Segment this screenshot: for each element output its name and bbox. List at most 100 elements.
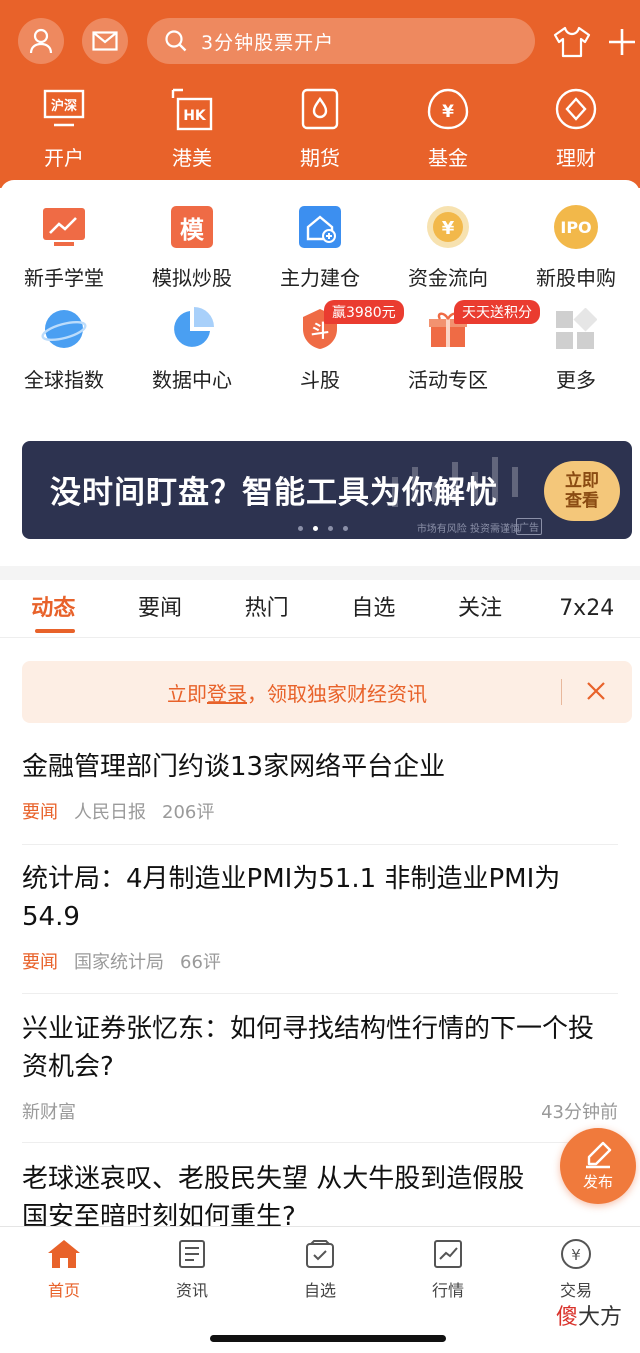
pie-chart-icon: [169, 306, 215, 352]
bottom-tab-news[interactable]: 资讯: [128, 1227, 256, 1307]
bottom-tab-watchlist[interactable]: 自选: [256, 1227, 384, 1307]
nav-wealth[interactable]: 理财: [512, 86, 640, 176]
tab-watchlist[interactable]: 自选: [320, 580, 427, 637]
promo-banner[interactable]: 没时间盯盘？智能工具为你解忧 立即 查看 市场有风险 投资需谨慎 广告: [22, 441, 632, 539]
svg-text:HK: HK: [183, 108, 207, 124]
bottom-tab-label: 首页: [47, 1281, 80, 1300]
home-icon: [47, 1237, 81, 1271]
grid-item-main-force[interactable]: 主力建仓: [256, 204, 384, 306]
banner-button-line2: 查看: [565, 491, 599, 511]
divider: [22, 1142, 618, 1143]
news-comments: 66评: [180, 952, 221, 973]
pencil-icon: [586, 1141, 612, 1168]
trade-icon: ¥: [559, 1237, 593, 1271]
svg-text:¥: ¥: [442, 102, 454, 122]
bottom-nav: 首页 资讯 自选 行情 ¥ 交易: [0, 1227, 640, 1307]
grid-item-simulate[interactable]: 模 模拟炒股: [128, 204, 256, 306]
bottom-tab-label: 交易: [559, 1281, 592, 1300]
bottom-tab-label: 行情: [431, 1281, 464, 1300]
news-item[interactable]: 兴业证券张忆东：如何寻找结构性行情的下一个投资机会? 新财富 43分钟前: [22, 1010, 618, 1124]
watermark: 傻大方: [556, 1299, 622, 1331]
grid-item-activity[interactable]: 活动专区 天天送积分: [384, 300, 540, 408]
ipo-icon-text: IPO: [554, 205, 598, 249]
grid-item-more[interactable]: 更多: [512, 306, 640, 408]
top-header: 3分钟股票开户 沪深 开户 HK 港美 期货 ¥ 基金 理财: [0, 0, 640, 188]
profile-button[interactable]: [18, 18, 64, 64]
news-tag: 要闻: [22, 952, 58, 973]
nav-label: 港美: [172, 146, 212, 170]
news-meta: 要闻 人民日报 206评: [22, 798, 618, 824]
fund-icon: ¥: [425, 86, 471, 132]
news-source: 新财富: [22, 1102, 76, 1123]
nav-hk-us[interactable]: HK 港美: [128, 86, 256, 176]
close-icon: [587, 682, 605, 700]
banner-view-button[interactable]: 立即 查看: [544, 461, 620, 521]
nav-label: 理财: [556, 146, 596, 170]
nav-label: 基金: [428, 146, 468, 170]
bottom-tab-trade[interactable]: ¥ 交易: [512, 1227, 640, 1307]
login-link[interactable]: 登录: [207, 682, 247, 706]
search-bar[interactable]: 3分钟股票开户: [147, 18, 535, 64]
more-grid-icon: [553, 306, 599, 352]
tab-hot[interactable]: 热门: [213, 580, 320, 637]
close-tip-button[interactable]: [584, 679, 610, 705]
futures-icon: [297, 86, 343, 132]
login-tip-text: 立即登录，领取独家财经资讯: [167, 678, 427, 707]
nav-fund[interactable]: ¥ 基金: [384, 86, 512, 176]
grid-label: 数据中心: [152, 368, 232, 392]
ad-label: 广告: [516, 518, 542, 535]
grid-label: 模拟炒股: [152, 266, 232, 290]
grid-item-fund-flow[interactable]: ¥ 资金流向: [384, 204, 512, 306]
grid-item-global-index[interactable]: 全球指数: [0, 306, 128, 408]
publish-button[interactable]: 发布: [560, 1128, 636, 1204]
nav-open-account[interactable]: 沪深 开户: [0, 86, 128, 176]
grid-label: 新手学堂: [24, 266, 104, 290]
news-item[interactable]: 统计局：4月制造业PMI为51.1 非制造业PMI为54.9 要闻 国家统计局 …: [22, 860, 618, 974]
grid-label: 主力建仓: [280, 266, 360, 290]
news-tabs: 动态 要闻 热门 自选 关注 7x24: [0, 580, 640, 638]
add-button[interactable]: [602, 22, 640, 62]
tab-headlines[interactable]: 要闻: [107, 580, 214, 637]
banner-headline: 没时间盯盘？智能工具为你解忧: [50, 475, 498, 511]
simulate-icon: 模: [169, 204, 215, 250]
user-icon: [29, 28, 53, 54]
news-title: 统计局：4月制造业PMI为51.1 非制造业PMI为54.9: [22, 864, 561, 932]
bottom-tab-home[interactable]: 首页: [0, 1227, 128, 1307]
bottom-tab-bar: 首页 资讯 自选 行情 ¥ 交易 傻大方: [0, 1226, 640, 1353]
mail-icon: [92, 31, 118, 51]
skin-button[interactable]: [552, 22, 592, 62]
grid-label: 新股申购: [536, 266, 616, 290]
globe-icon: [41, 306, 87, 352]
grid-label: 更多: [556, 368, 596, 392]
carousel-dot-active: [313, 526, 318, 531]
section-divider: [0, 566, 640, 580]
plus-icon: [609, 29, 635, 55]
search-placeholder: 3分钟股票开户: [201, 31, 335, 54]
grid-item-ipo[interactable]: IPO 新股申购: [512, 204, 640, 306]
home-indicator: [210, 1335, 446, 1342]
grid-item-beginner[interactable]: 新手学堂: [0, 204, 128, 306]
tab-follow[interactable]: 关注: [427, 580, 534, 637]
bottom-tab-market[interactable]: 行情: [384, 1227, 512, 1307]
news-item[interactable]: 老球迷哀叹、老股民失望 从大牛股到造假股 国安至暗时刻如何重生?: [22, 1160, 618, 1226]
grid-row: 全球指数 数据中心 斗 斗股 赢3980元 活动专区 天天送积分 更多: [0, 300, 640, 408]
grid-item-dou-gu[interactable]: 斗 斗股 赢3980元: [256, 300, 404, 408]
watchlist-icon: [303, 1237, 337, 1271]
watermark-rest: 大方: [577, 1305, 622, 1330]
nav-futures[interactable]: 期货: [256, 86, 384, 176]
news-item[interactable]: 金融管理部门约谈13家网络平台企业 要闻 人民日报 206评: [22, 748, 618, 824]
feature-grid: 新手学堂 模 模拟炒股 主力建仓 ¥ 资金流向 IPO 新股申购 全球指数 数据…: [0, 204, 640, 408]
carousel-dot: [343, 526, 348, 531]
grid-label: 资金流向: [408, 266, 488, 290]
shirt-icon: [553, 26, 591, 58]
message-button[interactable]: [82, 18, 128, 64]
grid-label: 全球指数: [24, 368, 104, 392]
grid-item-data-center[interactable]: 数据中心: [128, 306, 256, 408]
login-tip: 立即登录，领取独家财经资讯: [22, 661, 632, 723]
news-title: 老球迷哀叹、老股民失望 从大牛股到造假股 国安至暗时刻如何重生?: [22, 1164, 525, 1226]
tab-7x24[interactable]: 7x24: [533, 580, 640, 637]
tip-divider: [561, 679, 562, 705]
market-icon: [431, 1237, 465, 1271]
tab-dynamic[interactable]: 动态: [0, 580, 107, 637]
coin-flow-icon: ¥: [425, 204, 471, 250]
